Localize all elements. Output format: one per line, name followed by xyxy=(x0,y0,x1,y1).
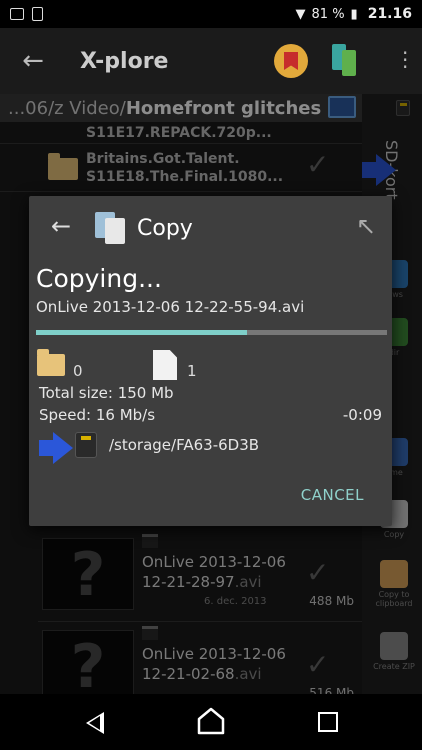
wifi-icon: ▼ xyxy=(295,6,306,22)
nav-recent-apps-icon[interactable] xyxy=(318,712,338,732)
sd-card-icon xyxy=(75,432,97,458)
copy-progress-bar xyxy=(36,330,387,335)
folder-icon xyxy=(37,349,65,376)
time-remaining: -0:09 xyxy=(342,406,382,424)
file-count: 1 xyxy=(187,362,197,380)
progress-fill xyxy=(36,330,247,335)
app-bar: ← X-plore · · · xyxy=(0,28,422,94)
more-options-icon[interactable]: · · · xyxy=(402,43,408,77)
total-size: Total size: 150 Mb xyxy=(39,384,174,402)
nav-home-icon[interactable] xyxy=(196,706,226,736)
dialog-header: ← Copy ↖ xyxy=(29,196,392,260)
battery-icon: ▮ xyxy=(350,6,358,22)
navigation-bar xyxy=(0,694,422,750)
copy-status: Copying... xyxy=(36,264,162,293)
battery-level: 81 % xyxy=(311,6,345,22)
copy-files-icon xyxy=(95,212,127,246)
current-file-name: OnLive 2013-12-06 12-22-55-94.avi xyxy=(36,298,305,316)
file-icon xyxy=(153,350,177,380)
copy-notification-icon xyxy=(32,7,43,21)
dialog-back-arrow-icon[interactable]: ← xyxy=(51,212,71,240)
image-notification-icon xyxy=(10,8,24,20)
back-arrow-icon[interactable]: ← xyxy=(0,46,66,76)
destination-arrow-icon xyxy=(39,432,73,464)
folder-count: 0 xyxy=(73,362,83,380)
minimize-arrow-icon[interactable]: ↖ xyxy=(356,212,376,240)
clock: 21.16 xyxy=(367,6,412,22)
bookmark-icon[interactable] xyxy=(274,44,308,78)
app-title: X-plore xyxy=(80,48,169,74)
copy-dialog: ← Copy ↖ Copying... OnLive 2013-12-06 12… xyxy=(29,196,392,526)
status-bar: ▼ 81 % ▮ 21.16 xyxy=(0,0,422,28)
dual-pane-icon[interactable] xyxy=(332,44,358,76)
nav-back-icon[interactable] xyxy=(86,712,104,734)
destination-path: /storage/FA63-6D3B xyxy=(109,436,260,454)
dialog-title: Copy xyxy=(137,216,193,241)
copy-speed: Speed: 16 Mb/s xyxy=(39,406,156,424)
cancel-button[interactable]: CANCEL xyxy=(301,486,364,504)
